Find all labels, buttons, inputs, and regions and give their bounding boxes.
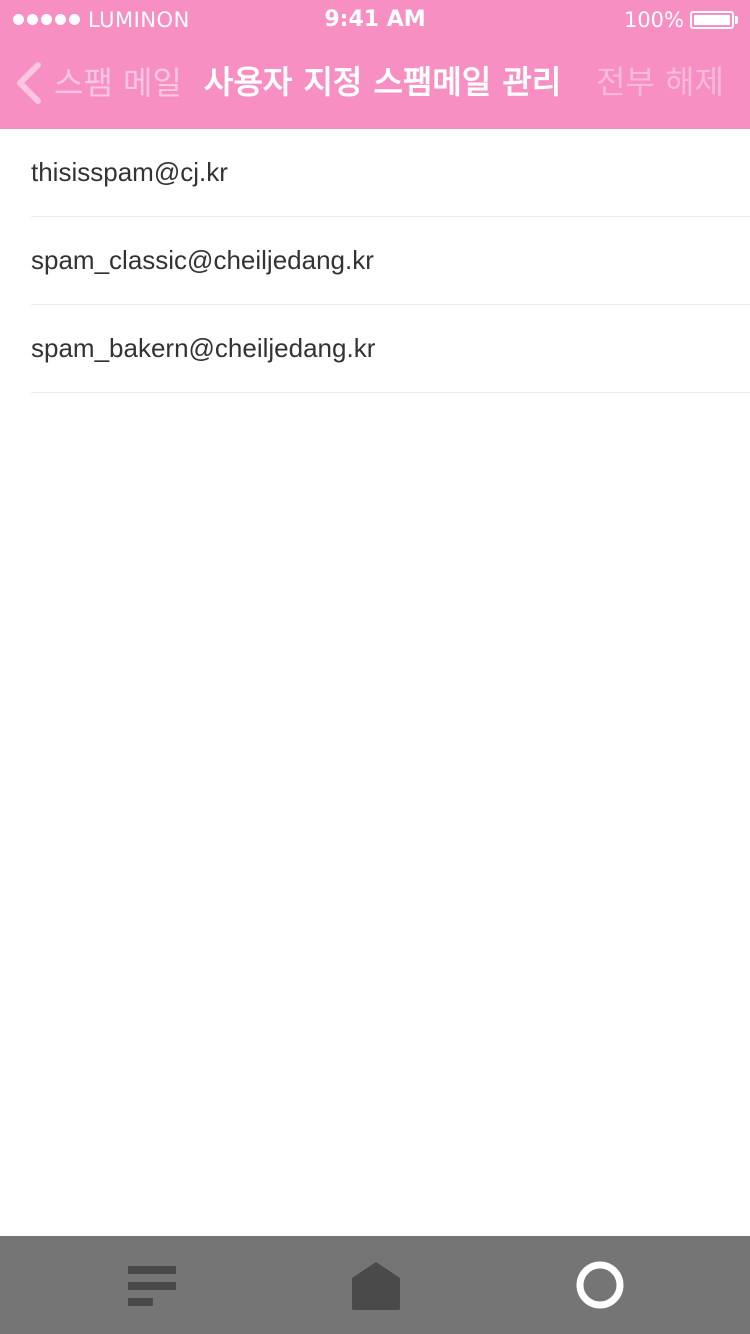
header: LUMINON 9:41 AM 100% 스팸 메일 사용자 지정 스팸메일 관…	[0, 0, 750, 129]
tab-circle[interactable]	[540, 1236, 660, 1334]
spam-email-list: thisisspam@cj.kr spam_classic@cheiljedan…	[0, 129, 750, 393]
battery-icon	[690, 11, 734, 29]
list-item[interactable]: spam_bakern@cheiljedang.kr	[31, 305, 750, 393]
menu-lines-icon	[128, 1266, 176, 1306]
home-icon	[352, 1262, 400, 1310]
bottom-tab-bar	[0, 1236, 750, 1334]
chevron-left-icon	[17, 62, 41, 104]
list-item[interactable]: thisisspam@cj.kr	[31, 129, 750, 217]
back-label: 스팸 메일	[54, 64, 182, 102]
back-button[interactable]: 스팸 메일	[14, 60, 182, 106]
spam-email-address: spam_classic@cheiljedang.kr	[31, 245, 374, 275]
circle-icon	[576, 1261, 624, 1309]
tab-home[interactable]	[316, 1236, 436, 1334]
battery-tip	[735, 16, 738, 24]
list-item[interactable]: spam_classic@cheiljedang.kr	[31, 217, 750, 305]
tab-menu[interactable]	[92, 1236, 212, 1334]
spam-email-address: spam_bakern@cheiljedang.kr	[31, 333, 376, 363]
spam-email-address: thisisspam@cj.kr	[31, 157, 228, 187]
status-bar: LUMINON 9:41 AM 100%	[0, 0, 750, 40]
clear-all-button[interactable]: 전부 해제	[596, 58, 724, 106]
battery-percentage: 100%	[623, 8, 684, 32]
page-title: 사용자 지정 스팸메일 관리	[204, 63, 562, 101]
